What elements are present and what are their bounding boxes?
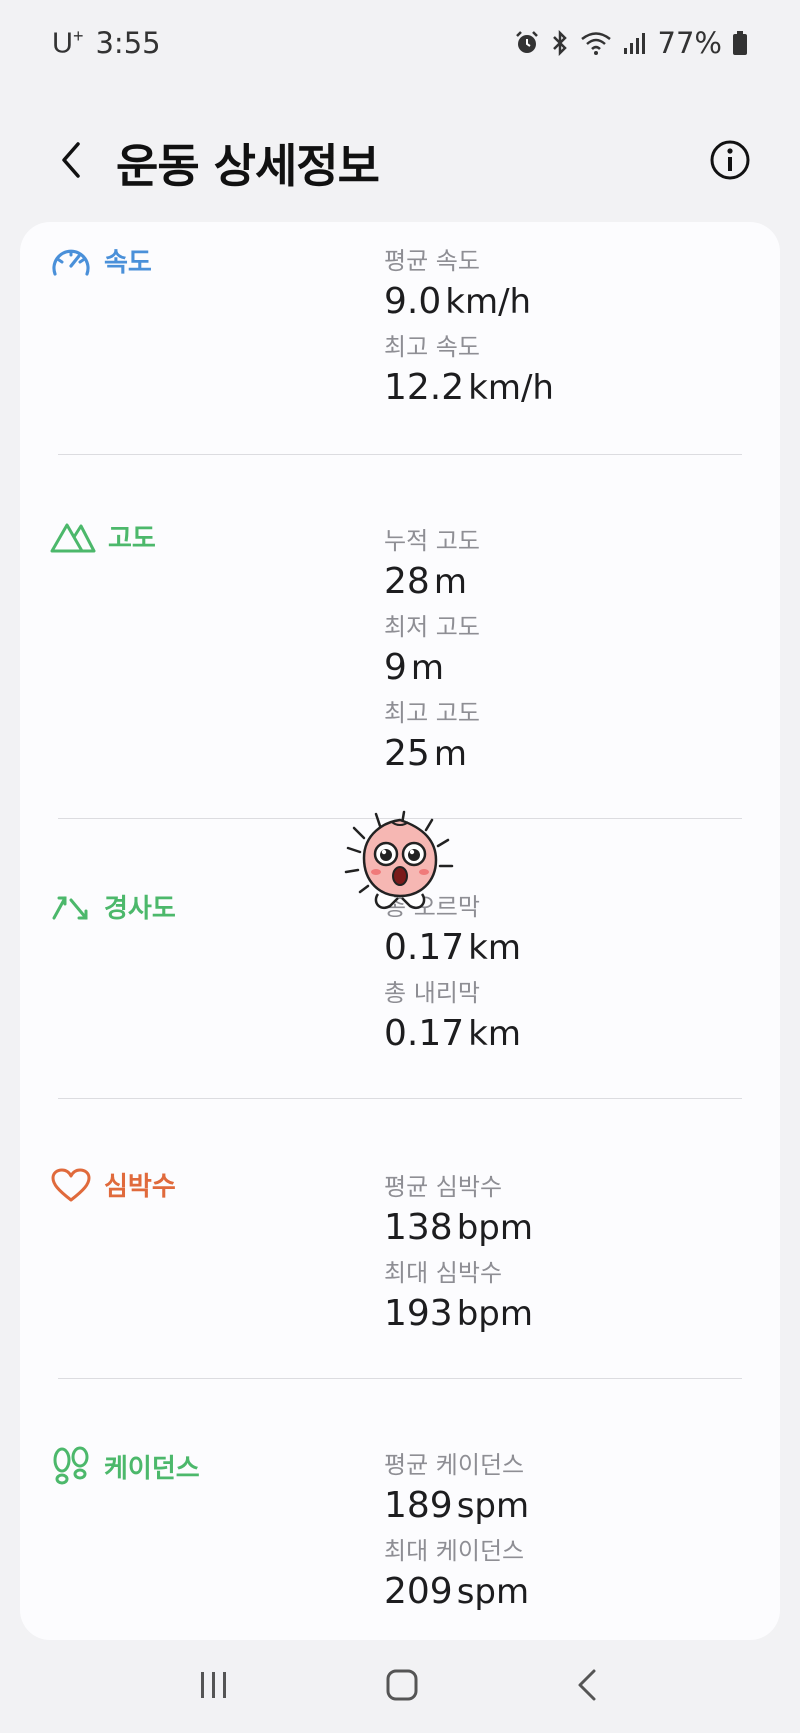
avg-speed-label: 평균 속도: [384, 247, 480, 275]
battery-percent: 77%: [657, 26, 722, 60]
max-cadence-metric: 최대 케이던스 209 spm: [384, 1534, 529, 1620]
mountain-icon: [50, 523, 96, 552]
avg-speed-value: 9.0 km/h: [384, 281, 532, 322]
avg-cadence-value: 189 spm: [384, 1485, 530, 1526]
info-icon: [710, 140, 750, 180]
bluetooth-icon: [552, 30, 567, 56]
back-icon: [578, 1669, 596, 1700]
altitude-section-header: 고도: [50, 518, 156, 555]
back-button[interactable]: [52, 140, 92, 180]
cadence-title: 케이던스: [104, 1453, 200, 1484]
total-uphill-value: 0.17 km: [384, 927, 521, 968]
status-bar: U+ 3:55 77%: [0, 0, 800, 86]
heart-rate-section-header: 심박수: [50, 1166, 176, 1203]
footprints-icon: [53, 1446, 89, 1485]
max-speed-value: 12.2 km/h: [384, 367, 554, 408]
recent-apps-button[interactable]: [196, 1669, 232, 1705]
signal-icon: [623, 33, 645, 54]
min-altitude-metric: 최저 고도 9m: [384, 610, 480, 696]
avg-heart-rate-metric: 평균 심박수 138 bpm: [384, 1170, 533, 1256]
system-nav-bar: [0, 1640, 800, 1733]
total-downhill-value: 0.17 km: [384, 1013, 521, 1054]
avg-heart-rate-label: 평균 심박수: [384, 1173, 503, 1201]
cumulative-altitude-value: 28 m: [384, 561, 467, 602]
avg-cadence-label: 평균 케이던스: [384, 1451, 525, 1479]
peach-character-sticker: [344, 810, 454, 910]
recent-apps-icon: [201, 1671, 226, 1698]
cumulative-altitude-metric: 누적 고도 28 m: [384, 524, 480, 610]
max-cadence-value: 209 spm: [384, 1571, 530, 1612]
min-altitude-label: 최저 고도: [384, 613, 480, 641]
slope-title: 경사도: [104, 894, 176, 924]
max-heart-rate-label: 최대 심박수: [384, 1259, 503, 1287]
status-time: 3:55: [95, 25, 161, 60]
home-button[interactable]: [384, 1667, 420, 1707]
status-left: U+ 3:55: [52, 26, 161, 61]
max-heart-rate-value: 193 bpm: [384, 1293, 534, 1334]
max-speed-metric: 최고 속도 12.2 km/h: [384, 330, 554, 416]
avg-heart-rate-value: 138 bpm: [384, 1207, 534, 1248]
app-header: 운동 상세정보: [0, 110, 800, 210]
status-icons: 77%: [514, 26, 748, 60]
slope-section-header: 경사도: [50, 888, 176, 925]
info-button[interactable]: [708, 138, 752, 182]
max-altitude-value: 25 m: [384, 733, 467, 774]
workout-details-card: 속도 평균 속도 9.0 km/h 최고 속도 12.2 km/h 고도 누적 고도…: [20, 222, 780, 1640]
heart-icon: [51, 1168, 91, 1201]
wifi-icon: [580, 32, 611, 55]
speedometer-icon: [52, 249, 90, 276]
battery-icon: [733, 31, 747, 55]
heart-rate-title: 심박수: [104, 1172, 176, 1202]
divider: [58, 1378, 742, 1379]
cumulative-altitude-label: 누적 고도: [384, 527, 480, 555]
total-downhill-label: 총 내리막: [384, 979, 480, 1007]
max-altitude-metric: 최고 고도 25 m: [384, 696, 480, 782]
divider: [58, 454, 742, 455]
max-heart-rate-metric: 최대 심박수 193 bpm: [384, 1256, 533, 1342]
avg-speed-metric: 평균 속도 9.0 km/h: [384, 244, 531, 330]
alarm-icon: [515, 31, 538, 53]
home-icon: [386, 1669, 418, 1700]
avg-cadence-metric: 평균 케이던스 189 spm: [384, 1448, 529, 1534]
carrier-label: U+: [52, 25, 84, 60]
page-title: 운동 상세정보: [116, 139, 380, 193]
speed-title: 속도: [104, 248, 152, 278]
slope-arrows-icon: [52, 896, 88, 919]
altitude-title: 고도: [108, 524, 156, 554]
divider: [58, 1098, 742, 1099]
total-downhill-metric: 총 내리막 0.17 km: [384, 976, 521, 1062]
nav-back-button[interactable]: [572, 1667, 604, 1707]
max-cadence-label: 최대 케이던스: [384, 1537, 525, 1565]
min-altitude-value: 9m: [384, 647, 445, 688]
speed-section-header: 속도: [50, 242, 152, 279]
chevron-left-icon: [62, 142, 80, 178]
cadence-section-header: 케이던스: [50, 1446, 200, 1486]
max-altitude-label: 최고 고도: [384, 699, 480, 727]
max-speed-label: 최고 속도: [384, 333, 480, 361]
